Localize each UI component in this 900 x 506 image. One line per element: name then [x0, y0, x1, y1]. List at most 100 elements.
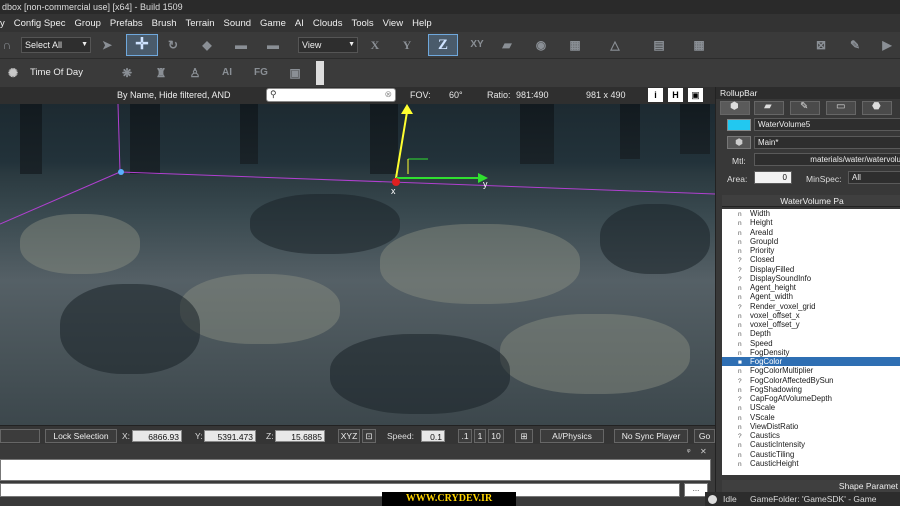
speed-preset-1[interactable]: 1: [474, 429, 486, 443]
tab-layers[interactable]: ⬣: [862, 101, 892, 115]
info-button[interactable]: i: [648, 88, 663, 102]
ai-physics-button[interactable]: AI/Physics: [540, 429, 604, 443]
physics-icon[interactable]: ⊠: [812, 38, 830, 52]
close-icon[interactable]: ✕: [700, 447, 707, 456]
property-row[interactable]: n VScale: [722, 413, 900, 422]
property-row[interactable]: n AreaId: [722, 228, 900, 237]
axis-y-button[interactable]: Y: [398, 38, 416, 52]
menu-item[interactable]: Terrain: [186, 18, 224, 29]
shape-params-header[interactable]: Shape Paramet: [722, 480, 900, 492]
property-row[interactable]: n Depth: [722, 329, 900, 338]
layer-icon[interactable]: ⬢: [727, 136, 751, 149]
transform-gizmo[interactable]: [0, 104, 715, 425]
fov-value[interactable]: 60°: [449, 90, 463, 100]
menu-item[interactable]: Clouds: [313, 18, 352, 29]
grid-snap-icon[interactable]: ▦: [566, 38, 584, 52]
property-row[interactable]: n voxel_offset_x: [722, 311, 900, 320]
property-row[interactable]: n Priority: [722, 246, 900, 255]
console-icon[interactable]: ▣: [286, 66, 304, 80]
network-icon[interactable]: ❋: [118, 66, 136, 80]
terrain-snap-icon[interactable]: ▰: [498, 38, 516, 52]
property-row[interactable]: ? DisplaySoundInfo: [722, 274, 900, 283]
property-row[interactable]: ? Caustics: [722, 431, 900, 440]
axis-x-button[interactable]: X: [366, 38, 384, 52]
menu-item[interactable]: Help: [412, 18, 441, 29]
menu-item[interactable]: y: [0, 18, 14, 29]
person-icon[interactable]: ♙: [186, 66, 204, 80]
property-row[interactable]: ? DisplayFilled: [722, 265, 900, 274]
property-row[interactable]: ■ FogColor: [722, 357, 900, 367]
object-name-field[interactable]: WaterVolume5: [754, 118, 900, 131]
menu-item[interactable]: AI: [295, 18, 313, 29]
property-row[interactable]: n Width: [722, 209, 900, 218]
property-row[interactable]: n FogDensity: [722, 348, 900, 357]
terrain-align-icon[interactable]: ▬: [232, 38, 250, 52]
property-row[interactable]: ? FogColorAffectedBySun: [722, 376, 900, 385]
ai-debug-icon[interactable]: ✎: [846, 38, 864, 52]
layer-icon[interactable]: ▤: [650, 38, 668, 52]
game-mode-icon[interactable]: ▶: [878, 38, 896, 52]
tab-modelling[interactable]: ✎: [790, 101, 820, 115]
speed-preset-10[interactable]: 10: [488, 429, 504, 443]
params-panel-header[interactable]: WaterVolume Pa: [722, 195, 900, 207]
property-row[interactable]: n Speed: [722, 339, 900, 348]
axis-xy-button[interactable]: XY: [464, 38, 490, 52]
object-align-icon[interactable]: ▬: [264, 38, 282, 52]
property-row[interactable]: n Agent_width: [722, 292, 900, 301]
tab-objects[interactable]: ⬢: [720, 101, 750, 115]
menu-item[interactable]: Sound: [224, 18, 260, 29]
z-coordinate-field[interactable]: 15.6885: [275, 430, 325, 442]
angle-snap-icon[interactable]: △: [606, 38, 624, 52]
property-row[interactable]: n CausticTiling: [722, 450, 900, 459]
selection-mask-combo[interactable]: Select All ▼: [21, 37, 91, 53]
lock-icon[interactable]: ⊡: [362, 429, 376, 443]
speed-preset-01[interactable]: .1: [458, 429, 472, 443]
y-coordinate-field[interactable]: 5391.473: [204, 430, 256, 442]
hide-helpers-button[interactable]: H: [668, 88, 683, 102]
speed-field[interactable]: 0.1: [421, 430, 445, 442]
material-icon[interactable]: ▦: [690, 38, 708, 52]
property-row[interactable]: ? CapFogAtVolumeDepth: [722, 394, 900, 403]
maximize-viewport-icon[interactable]: ▣: [688, 88, 703, 102]
layer-field[interactable]: Main*: [754, 136, 900, 149]
property-row[interactable]: ? Closed: [722, 255, 900, 264]
property-row[interactable]: n FogShadowing: [722, 385, 900, 394]
resolution-value[interactable]: 981 x 490: [586, 90, 626, 100]
console-input[interactable]: [0, 483, 680, 497]
property-row[interactable]: n CausticHeight: [722, 459, 900, 468]
area-field[interactable]: 0: [754, 171, 792, 184]
move-tool-icon[interactable]: ✛: [126, 34, 158, 56]
pin-icon[interactable]: ᵠ: [687, 447, 691, 456]
lock-selection-button[interactable]: Lock Selection: [45, 429, 117, 443]
property-row[interactable]: n voxel_offset_y: [722, 320, 900, 329]
rotate-tool-icon[interactable]: ↻: [164, 38, 182, 52]
property-list[interactable]: n Width n Height n AreaId n GroupId n Priority? Cl…: [722, 209, 900, 475]
x-coordinate-field[interactable]: 6866.93: [132, 430, 182, 442]
search-input[interactable]: ⚲ ⊗: [266, 88, 396, 102]
perspective-viewport[interactable]: y x: [0, 104, 715, 425]
toolbar-overflow-handle[interactable]: [316, 61, 324, 85]
ai-toggle-button[interactable]: AI: [216, 66, 238, 80]
menu-item[interactable]: Config Spec: [14, 18, 75, 29]
menu-item[interactable]: Prefabs: [110, 18, 152, 29]
minspec-select[interactable]: All: [848, 171, 900, 184]
menu-item[interactable]: Tools: [351, 18, 382, 29]
property-row[interactable]: n UScale: [722, 403, 900, 412]
property-row[interactable]: n ViewDistRatio: [722, 422, 900, 431]
select-arrow-icon[interactable]: ➤: [98, 38, 116, 52]
menu-item[interactable]: Game: [260, 18, 295, 29]
property-row[interactable]: n GroupId: [722, 237, 900, 246]
ratio-value[interactable]: 981:490: [516, 90, 549, 100]
property-row[interactable]: n CausticIntensity: [722, 440, 900, 449]
scale-tool-icon[interactable]: ◆: [198, 38, 216, 52]
clear-search-icon[interactable]: ⊗: [384, 89, 392, 100]
character-icon[interactable]: ♜: [152, 66, 170, 80]
snap-icon[interactable]: ∩: [0, 38, 14, 52]
no-sync-player-button[interactable]: No Sync Player: [614, 429, 688, 443]
reference-coordinate-combo[interactable]: View ▼: [298, 37, 358, 53]
menu-item[interactable]: Brush: [152, 18, 186, 29]
axis-z-button[interactable]: Z: [428, 34, 458, 56]
property-row[interactable]: n Agent_height: [722, 283, 900, 292]
flowgraph-toggle-button[interactable]: FG: [250, 66, 272, 80]
menu-item[interactable]: Group: [75, 18, 110, 29]
